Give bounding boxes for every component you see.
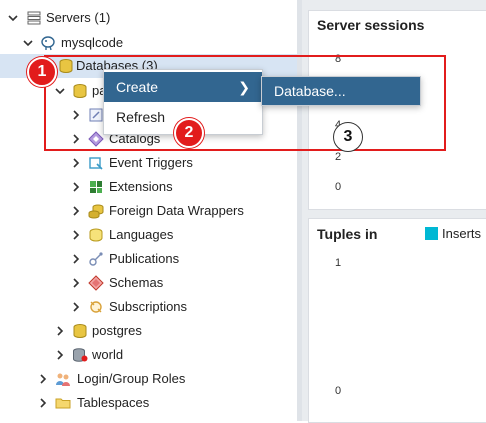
- tree-item-label: postgres: [92, 323, 142, 338]
- subscriptions-icon: [88, 299, 104, 315]
- tree-item-publications[interactable]: Publications: [0, 247, 297, 271]
- tuples-in-card: Tuples in Inserts 1 0: [308, 218, 486, 423]
- database-disconnected-icon: [72, 347, 88, 363]
- chevron-right-icon[interactable]: [38, 398, 48, 408]
- tree-item-event-triggers[interactable]: Event Triggers: [0, 151, 297, 175]
- tree-item-schemas[interactable]: Schemas: [0, 271, 297, 295]
- card-title: Server sessions: [317, 17, 425, 33]
- card-title: Tuples in: [317, 226, 378, 242]
- tree-item-languages[interactable]: Languages: [0, 223, 297, 247]
- tree-item-tablespaces[interactable]: Tablespaces: [0, 391, 297, 415]
- chevron-down-icon[interactable]: [8, 13, 18, 23]
- tree-item-label: Login/Group Roles: [77, 371, 186, 386]
- casts-icon: [88, 107, 104, 123]
- create-submenu: Database...: [261, 76, 421, 106]
- tree-item-subscriptions[interactable]: Subscriptions: [0, 295, 297, 319]
- servers-icon: [26, 10, 42, 26]
- legend-label: Inserts: [442, 226, 482, 241]
- elephant-server-icon: [40, 35, 56, 51]
- chevron-right-icon[interactable]: [71, 254, 81, 264]
- tree-item-foreign-data-wrappers[interactable]: Foreign Data Wrappers: [0, 199, 297, 223]
- chevron-right-icon[interactable]: [71, 134, 81, 144]
- catalogs-icon: [88, 131, 104, 147]
- chevron-right-icon[interactable]: [55, 326, 65, 336]
- extensions-icon: [88, 179, 104, 195]
- tree-item-label: Publications: [109, 251, 180, 266]
- tree-item-world[interactable]: world: [0, 343, 297, 367]
- chevron-right-icon[interactable]: [55, 350, 65, 360]
- tree-item-label: Subscriptions: [109, 299, 188, 314]
- foreign-data-wrapper-icon: [88, 203, 104, 219]
- database-icon: [72, 323, 88, 339]
- schemas-icon: [88, 275, 104, 291]
- chevron-down-icon[interactable]: [23, 38, 33, 48]
- chevron-right-icon[interactable]: [71, 206, 81, 216]
- chevron-right-icon[interactable]: [71, 302, 81, 312]
- menu-item-label: Create: [116, 79, 159, 95]
- chevron-right-icon[interactable]: [71, 278, 81, 288]
- chevron-right-icon[interactable]: [71, 230, 81, 240]
- chevron-right-icon[interactable]: [71, 110, 81, 120]
- database-icon: [72, 83, 88, 99]
- tree-item-label: world: [92, 347, 124, 362]
- chevron-right-icon[interactable]: [71, 158, 81, 168]
- y-tick: 1: [335, 257, 342, 269]
- tree-item-postgres[interactable]: postgres: [0, 319, 297, 343]
- tree-item-server[interactable]: mysqlcode: [0, 31, 297, 55]
- chevron-right-icon[interactable]: [71, 182, 81, 192]
- menu-item-create[interactable]: Create ❯: [104, 72, 262, 102]
- tree-item-label: Tablespaces: [77, 395, 150, 410]
- menu-item-label: Refresh: [116, 109, 166, 125]
- annotation-badge-1: 1: [27, 57, 57, 87]
- y-tick: 0: [335, 385, 342, 397]
- roles-icon: [55, 371, 71, 387]
- tree-item-label: Languages: [109, 227, 174, 242]
- tree-item-label: Servers (1): [46, 10, 111, 25]
- server-sessions-card: Server sessions 8 6 4 2 0: [308, 10, 486, 210]
- annotation-badge-2: 2: [174, 118, 204, 148]
- event-trigger-icon: [88, 155, 104, 171]
- tree-item-label: mysqlcode: [61, 35, 124, 50]
- publications-icon: [88, 251, 104, 267]
- tree-item-label: Schemas: [109, 275, 164, 290]
- y-tick: 2: [335, 151, 342, 163]
- databases-icon: [58, 58, 74, 74]
- tree-item-extensions[interactable]: Extensions: [0, 175, 297, 199]
- annotation-badge-3: 3: [333, 122, 363, 152]
- tree-item-label: Extensions: [109, 179, 173, 194]
- chevron-right-icon[interactable]: [38, 374, 48, 384]
- menu-item-label: Database...: [274, 83, 346, 99]
- languages-icon: [88, 227, 104, 243]
- tree-item-label: Event Triggers: [109, 155, 193, 170]
- legend-swatch: [425, 227, 438, 240]
- y-tick: 8: [335, 53, 342, 65]
- submenu-item-database[interactable]: Database...: [262, 77, 420, 105]
- chevron-right-icon: ❯: [238, 78, 250, 95]
- tree-item-label: Foreign Data Wrappers: [109, 203, 244, 218]
- chevron-down-icon[interactable]: [55, 86, 65, 96]
- folder-icon: [55, 395, 71, 411]
- tree-item-servers[interactable]: Servers (1): [0, 6, 297, 30]
- tree-item-login-group-roles[interactable]: Login/Group Roles: [0, 367, 297, 391]
- y-tick: 0: [335, 181, 342, 193]
- dashboard-panel: Server sessions 8 6 4 2 0 Tuples in Inse…: [302, 0, 486, 423]
